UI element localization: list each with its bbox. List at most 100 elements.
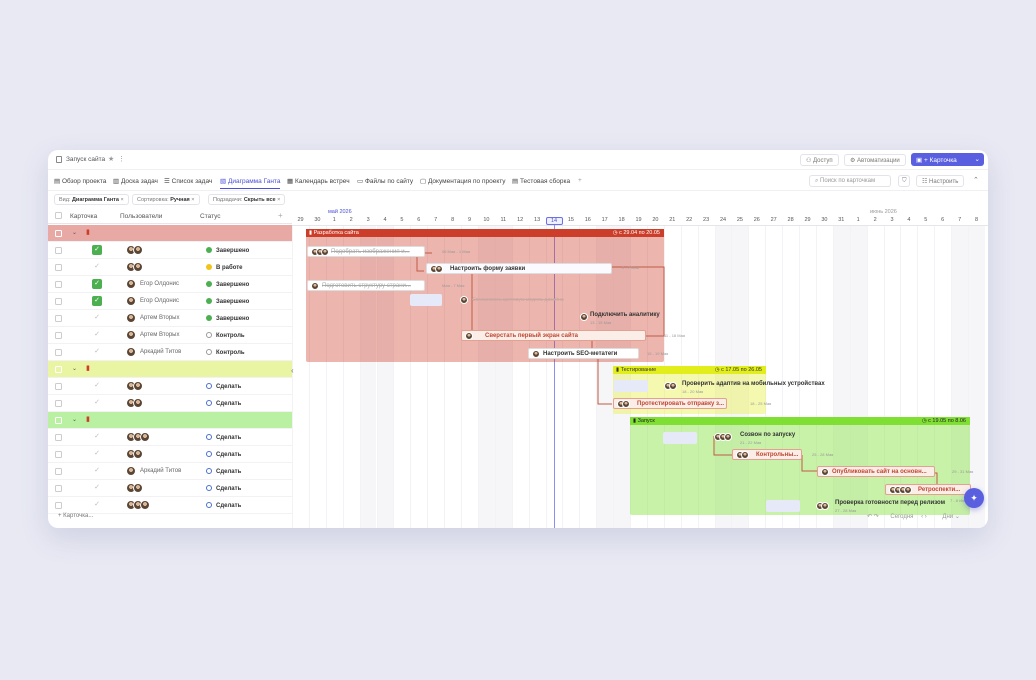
add-card-button[interactable]: ▣ + Карточка ⌄ bbox=[911, 153, 984, 166]
collapse-icon[interactable]: ⌃ bbox=[973, 176, 979, 184]
table-row[interactable]: ✓ Сделать bbox=[48, 497, 292, 514]
task-first-screen[interactable]: Сверстать первый экран сайта bbox=[461, 330, 646, 341]
row-users[interactable] bbox=[126, 432, 150, 443]
done-checkbox[interactable]: ✓ bbox=[92, 296, 102, 306]
sort-chip[interactable]: Сортировка: Ручная × bbox=[132, 194, 200, 205]
done-checkbox[interactable]: ✓ bbox=[92, 262, 102, 272]
table-row[interactable]: ✓ Егор Олдонис Завершено bbox=[48, 293, 292, 310]
row-users[interactable] bbox=[126, 313, 136, 324]
done-checkbox[interactable]: ✓ bbox=[92, 432, 102, 442]
row-checkbox[interactable] bbox=[55, 468, 62, 475]
row-checkbox[interactable] bbox=[55, 502, 62, 509]
done-checkbox[interactable]: ✓ bbox=[92, 347, 102, 357]
status-value[interactable]: Сделать bbox=[206, 383, 241, 390]
status-value[interactable]: Сделать bbox=[206, 485, 241, 492]
table-row[interactable]: ✓ Сделать bbox=[48, 395, 292, 412]
row-checkbox[interactable] bbox=[55, 366, 62, 373]
task-pick-images[interactable]: Подобрать изображения и... bbox=[307, 246, 425, 257]
done-checkbox[interactable]: ✓ bbox=[92, 500, 102, 510]
status-value[interactable]: Завершено bbox=[206, 247, 249, 254]
done-checkbox[interactable]: ✓ bbox=[92, 330, 102, 340]
row-checkbox[interactable] bbox=[55, 247, 62, 254]
done-checkbox[interactable]: ✓ bbox=[92, 313, 102, 323]
status-value[interactable]: Завершено bbox=[206, 281, 249, 288]
row-checkbox[interactable] bbox=[55, 298, 62, 305]
more-icon[interactable]: ⋮ bbox=[118, 155, 125, 163]
redo-icon[interactable]: ↷ bbox=[874, 514, 879, 520]
table-row[interactable]: ✓ Сделать bbox=[48, 480, 292, 497]
status-value[interactable]: Контроль bbox=[206, 332, 245, 339]
tab-list[interactable]: ☰ Список задач bbox=[164, 177, 212, 185]
task-publish[interactable]: Опубликовать сайт на основн... bbox=[817, 466, 935, 477]
chevron-down-icon[interactable]: ⌄ bbox=[72, 365, 77, 372]
done-checkbox[interactable]: ✓ bbox=[92, 483, 102, 493]
done-checkbox[interactable]: ✓ bbox=[92, 449, 102, 459]
task-analytics[interactable]: Подключить аналитику bbox=[590, 312, 660, 318]
row-users[interactable] bbox=[126, 466, 136, 477]
done-checkbox[interactable]: ✓ bbox=[92, 381, 102, 391]
row-checkbox[interactable] bbox=[55, 485, 62, 492]
row-users[interactable] bbox=[126, 347, 136, 358]
assistant-icon[interactable]: ✦ bbox=[964, 488, 984, 508]
group-row[interactable]: ⌄ ▮ bbox=[48, 225, 292, 242]
row-users[interactable] bbox=[126, 381, 143, 392]
chevron-down-icon[interactable]: ⌄ bbox=[72, 416, 77, 423]
task-color-model[interactable]: Согласовать цветовую модель дизайна bbox=[472, 297, 564, 303]
filter-icon[interactable]: ⛉ bbox=[898, 175, 910, 187]
view-chip[interactable]: Вид: Диаграмма Ганта × bbox=[54, 194, 129, 205]
table-row[interactable]: ✓ Сделать bbox=[48, 446, 292, 463]
task-test-send[interactable]: Протестировать отправку з... bbox=[613, 398, 727, 409]
tab-calendar[interactable]: ▦ Календарь встреч bbox=[287, 177, 350, 185]
prev-icon[interactable]: ‹ bbox=[921, 514, 923, 520]
group-row[interactable]: ⌄ ▮ bbox=[48, 361, 292, 378]
done-checkbox[interactable]: ✓ bbox=[92, 398, 102, 408]
task-seo-meta[interactable]: Настроить SEO-метатеги bbox=[528, 348, 639, 359]
tab-board[interactable]: ▥ Доска задач bbox=[113, 177, 158, 185]
table-row[interactable]: ✓ Аркадий Титов Сделать bbox=[48, 463, 292, 480]
table-row[interactable]: ✓ В работе bbox=[48, 259, 292, 276]
task-release-check[interactable]: Проверка готовности перед релизом bbox=[835, 500, 945, 506]
task-launch-call[interactable]: Созвон по запуску bbox=[740, 432, 795, 438]
chevron-down-icon[interactable]: ⌄ bbox=[72, 229, 77, 236]
status-value[interactable]: Сделать bbox=[206, 502, 241, 509]
row-users[interactable] bbox=[126, 245, 143, 256]
row-users[interactable] bbox=[126, 262, 143, 273]
configure-button[interactable]: ☷ Настроить bbox=[916, 175, 965, 187]
tab-docs[interactable]: ▢ Документация по проекту bbox=[420, 177, 506, 185]
add-card-link[interactable]: + Карточка... bbox=[58, 513, 93, 519]
table-row[interactable]: ✓ Аркадий Титов Контроль bbox=[48, 344, 292, 361]
task-mobile-check[interactable]: Проверить адаптив на мобильных устройств… bbox=[682, 381, 825, 387]
star-icon[interactable]: ★ bbox=[108, 155, 114, 163]
done-checkbox[interactable]: ✓ bbox=[92, 279, 102, 289]
table-row[interactable]: ✓ Завершено bbox=[48, 242, 292, 259]
row-checkbox[interactable] bbox=[55, 264, 62, 271]
status-value[interactable]: В работе bbox=[206, 264, 243, 271]
undo-icon[interactable]: ↶ bbox=[867, 514, 872, 520]
task-form-setup[interactable]: Настроить форму заявки bbox=[426, 263, 612, 274]
task-control[interactable]: Контрольны... bbox=[732, 449, 802, 460]
row-users[interactable] bbox=[126, 398, 143, 409]
select-all-checkbox[interactable] bbox=[55, 212, 62, 219]
row-checkbox[interactable] bbox=[55, 434, 62, 441]
row-checkbox[interactable] bbox=[55, 230, 62, 237]
table-row[interactable]: ✓ Сделать bbox=[48, 378, 292, 395]
row-checkbox[interactable] bbox=[55, 451, 62, 458]
row-checkbox[interactable] bbox=[55, 400, 62, 407]
row-checkbox[interactable] bbox=[55, 383, 62, 390]
row-users[interactable] bbox=[126, 330, 136, 341]
row-users[interactable] bbox=[126, 449, 143, 460]
status-value[interactable]: Завершено bbox=[206, 315, 249, 322]
add-column-icon[interactable]: + bbox=[278, 211, 283, 220]
status-value[interactable]: Сделать bbox=[206, 468, 241, 475]
row-checkbox[interactable] bbox=[55, 417, 62, 424]
today-button[interactable]: Сегодня bbox=[890, 514, 913, 520]
tab-gantt[interactable]: ▧ Диаграмма Ганта bbox=[220, 177, 281, 189]
table-row[interactable]: ✓ Егор Олдонис Завершено bbox=[48, 276, 292, 293]
task-retrospective[interactable]: Ретроспекти... bbox=[885, 484, 971, 495]
row-users[interactable] bbox=[126, 296, 136, 307]
table-row[interactable]: ✓ Артем Вторых Завершено bbox=[48, 310, 292, 327]
done-checkbox[interactable]: ✓ bbox=[92, 466, 102, 476]
table-row[interactable]: ✓ Артем Вторых Контроль bbox=[48, 327, 292, 344]
table-row[interactable]: ✓ Сделать bbox=[48, 429, 292, 446]
scale-select[interactable]: Дни bbox=[942, 514, 953, 520]
